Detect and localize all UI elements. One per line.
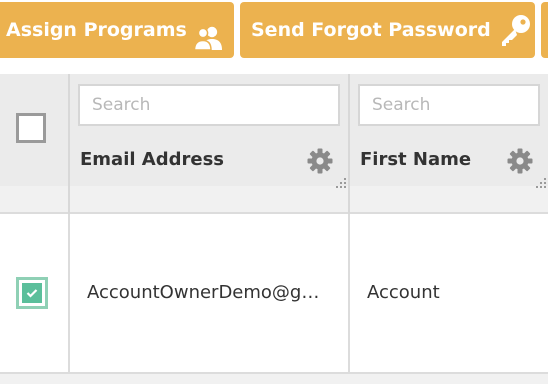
column-divider [68, 214, 70, 384]
column-divider [348, 214, 350, 384]
column-divider [68, 74, 70, 214]
toolbar-overflow-button[interactable] [541, 2, 548, 58]
user-management-page: Assign Programs Send Forgot Password Sea… [0, 0, 548, 384]
action-toolbar: Assign Programs Send Forgot Password [0, 0, 548, 68]
table-filler-row [0, 186, 548, 214]
select-all-checkbox[interactable] [16, 113, 46, 143]
first-name-search-input[interactable] [358, 84, 540, 126]
send-forgot-password-label: Send Forgot Password [251, 19, 491, 41]
assign-programs-label: Assign Programs [6, 19, 187, 41]
key-icon [497, 12, 533, 48]
email-column-title[interactable]: Email Address [80, 149, 224, 170]
column-divider [348, 74, 350, 214]
first-name-column-title[interactable]: First Name [360, 149, 471, 170]
users-table: Email Address First Name [0, 74, 548, 384]
send-forgot-password-button[interactable]: Send Forgot Password [240, 2, 535, 58]
email-cell[interactable]: AccountOwnerDemo@g… [87, 281, 327, 305]
column-resize-handle[interactable] [536, 175, 546, 188]
assign-programs-button[interactable]: Assign Programs [0, 2, 234, 58]
table-row-divider [0, 372, 548, 384]
users-icon [193, 17, 224, 51]
first-name-cell[interactable]: Account [367, 281, 440, 305]
gear-icon[interactable] [307, 148, 333, 174]
email-search-input[interactable] [78, 84, 340, 126]
column-resize-handle[interactable] [336, 175, 346, 188]
checkbox-fill [22, 283, 42, 303]
check-icon [26, 289, 38, 298]
row-select-checkbox[interactable] [16, 277, 48, 309]
gear-icon[interactable] [507, 148, 533, 174]
